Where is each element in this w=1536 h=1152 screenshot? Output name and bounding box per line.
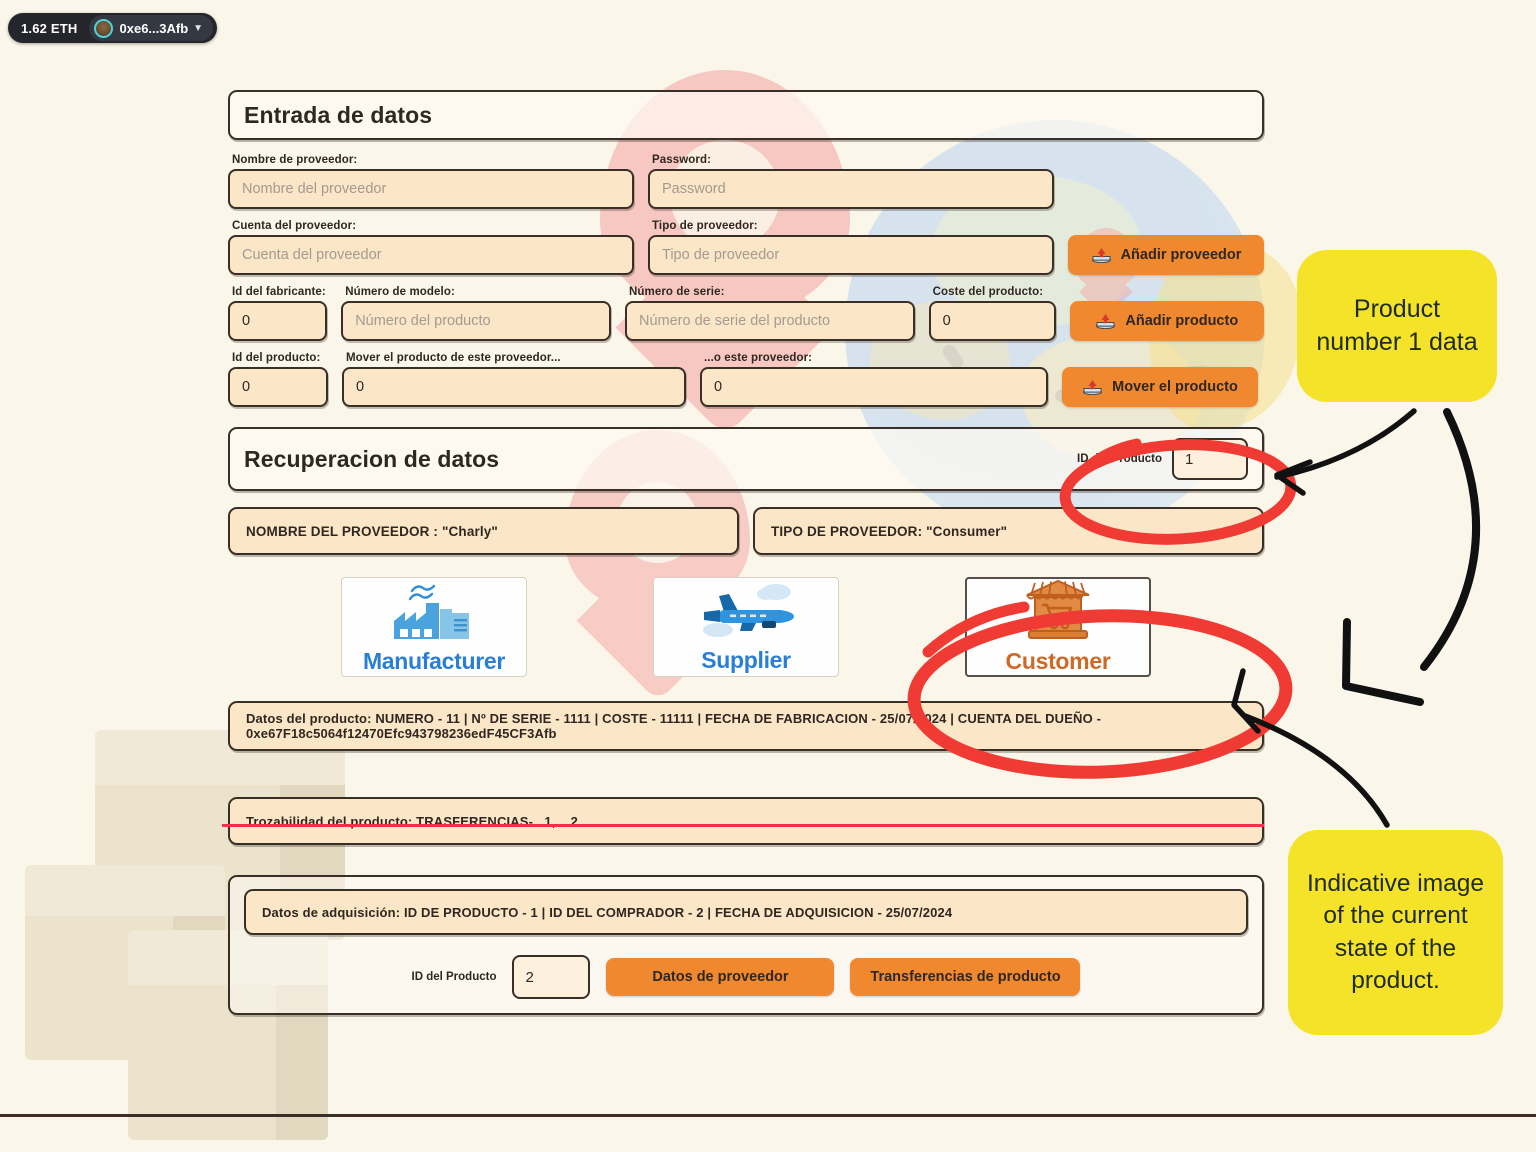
state-card-label: Supplier xyxy=(701,647,791,674)
supplier-account-group: Cuenta del proveedor: Cuenta del proveed… xyxy=(228,220,634,275)
annotation-arrow-to-product-id xyxy=(1277,411,1414,477)
product-state-cards: Manufacturer xyxy=(228,577,1264,677)
supplier-name-group: Nombre de proveedor: Nombre del proveedo… xyxy=(228,154,634,209)
manufacturer-id-label: Id del fabricante: xyxy=(232,286,327,298)
move-from-label: Mover el producto de este proveedor... xyxy=(346,352,686,364)
recovery-results-row: NOMBRE DEL PROVEEDOR : "Charly" TIPO DE … xyxy=(228,507,1264,555)
chevron-down-icon[interactable]: ▼ xyxy=(193,23,203,34)
footer-product-id-label: ID del Producto xyxy=(412,971,497,983)
add-supplier-label: Añadir proveedor xyxy=(1121,247,1242,263)
supplier-name-result: NOMBRE DEL PROVEEDOR : "Charly" xyxy=(228,507,739,555)
entry-row-2: Cuenta del proveedor: Cuenta del proveed… xyxy=(228,220,1264,275)
product-data-row: Datos del producto: NUMERO - 11 | Nº DE … xyxy=(228,701,1264,751)
serial-number-label: Número de serie: xyxy=(629,286,915,298)
annotation-underline xyxy=(222,824,1264,827)
acquisition-row: Datos de adquisición: ID DE PRODUCTO - 1… xyxy=(244,889,1248,935)
add-product-group: Añadir producto xyxy=(1070,286,1264,341)
supplier-name-input[interactable]: Nombre del proveedor xyxy=(228,169,634,209)
move-product-group: Mover el producto xyxy=(1062,352,1258,407)
move-to-input[interactable]: 0 xyxy=(700,367,1048,407)
state-card-label: Customer xyxy=(1006,648,1111,675)
upload-icon xyxy=(1091,247,1112,263)
supplier-account-label: Cuenta del proveedor: xyxy=(232,220,634,232)
page-footer-rule xyxy=(0,1114,1536,1117)
wallet-chip[interactable]: 1.62 ETH 0xe6...3Afb ▼ xyxy=(8,13,217,43)
product-transfers-button[interactable]: Transferencias de producto xyxy=(850,958,1080,996)
acquisition-footer-controls: ID del Producto 2 Datos de proveedor Tra… xyxy=(244,955,1248,999)
arrow-head-icon xyxy=(1277,462,1310,493)
password-label: Password: xyxy=(652,154,1054,166)
serial-number-group: Número de serie: Número de serie del pro… xyxy=(625,286,915,341)
upload-icon xyxy=(1095,313,1116,329)
product-cost-group: Coste del producto: 0 xyxy=(929,286,1056,341)
add-supplier-button[interactable]: Añadir proveedor xyxy=(1068,235,1264,275)
supplier-type-result: TIPO DE PROVEEDOR: "Consumer" xyxy=(753,507,1264,555)
recovery-title: Recuperacion de datos xyxy=(244,446,499,473)
annotation-arrow-to-customer xyxy=(1245,716,1387,825)
factory-icon xyxy=(388,579,480,646)
arrow-head-icon xyxy=(1346,622,1420,702)
package-box-decoration xyxy=(25,865,225,1060)
supplier-type-input[interactable]: Tipo de proveedor xyxy=(648,235,1054,275)
supplier-name-label: Nombre de proveedor: xyxy=(232,154,634,166)
wallet-avatar-icon xyxy=(94,19,113,38)
annotation-sticky-indicative-image: Indicative image of the current state of… xyxy=(1288,830,1503,1035)
product-id-group: Id del producto: 0 xyxy=(228,352,328,407)
supplier-type-group: Tipo de proveedor: Tipo de proveedor xyxy=(648,220,1054,275)
add-supplier-group: Añadir proveedor xyxy=(1068,220,1264,275)
move-product-label: Mover el producto xyxy=(1112,379,1238,395)
recovery-product-id-group: ID del Producto 1 xyxy=(1077,438,1248,480)
entry-row-4: Id del producto: 0 Mover el producto de … xyxy=(228,352,1264,407)
wallet-address: 0xe6...3Afb xyxy=(120,21,189,36)
state-card-label: Manufacturer xyxy=(363,648,505,675)
data-recovery-panel-header: Recuperacion de datos ID del Producto 1 xyxy=(228,427,1264,491)
wallet-account-button[interactable]: 0xe6...3Afb ▼ xyxy=(89,15,214,41)
annotation-arrow-long xyxy=(1424,412,1476,667)
entry-row-1: Nombre de proveedor: Nombre del proveedo… xyxy=(228,154,1264,209)
footer-product-id-input[interactable]: 2 xyxy=(512,955,590,999)
airplane-icon xyxy=(694,580,798,645)
upload-icon xyxy=(1082,379,1103,395)
password-group: Password: Password xyxy=(648,154,1054,209)
product-cost-input[interactable]: 0 xyxy=(929,301,1056,341)
app-container: Entrada de datos Nombre de proveedor: No… xyxy=(228,90,1264,1015)
annotation-sticky-product-data: Product number 1 data xyxy=(1297,250,1497,402)
state-card-customer[interactable]: Customer xyxy=(965,577,1151,677)
model-number-label: Número de modelo: xyxy=(345,286,611,298)
model-number-group: Número de modelo: Número del producto xyxy=(341,286,611,341)
product-id-input[interactable]: 0 xyxy=(228,367,328,407)
data-entry-panel-header: Entrada de datos xyxy=(228,90,1264,140)
wallet-balance: 1.62 ETH xyxy=(8,21,89,36)
supplier-account-input[interactable]: Cuenta del proveedor xyxy=(228,235,634,275)
state-card-supplier[interactable]: Supplier xyxy=(653,577,839,677)
supplier-data-button[interactable]: Datos de proveedor xyxy=(606,958,834,996)
product-id-label: Id del producto: xyxy=(232,352,328,364)
move-to-group: ...o este proveedor: 0 xyxy=(700,352,1048,407)
move-from-group: Mover el producto de este proveedor... 0 xyxy=(342,352,686,407)
recovery-product-id-input[interactable]: 1 xyxy=(1172,438,1248,480)
move-product-button[interactable]: Mover el producto xyxy=(1062,367,1258,407)
recovery-product-id-label: ID del Producto xyxy=(1077,453,1162,465)
manufacturer-id-input[interactable]: 0 xyxy=(228,301,327,341)
add-product-button[interactable]: Añadir producto xyxy=(1070,301,1264,341)
page-root: 1.62 ETH 0xe6...3Afb ▼ Entrada de datos … xyxy=(0,0,1536,1152)
product-cost-label: Coste del producto: xyxy=(933,286,1056,298)
serial-number-input[interactable]: Número de serie del producto xyxy=(625,301,915,341)
add-product-label: Añadir producto xyxy=(1125,313,1238,329)
traceability-row: Trozabilidad del producto: TRASFERENCIAS… xyxy=(228,797,1264,845)
model-number-input[interactable]: Número del producto xyxy=(341,301,611,341)
supplier-type-label: Tipo de proveedor: xyxy=(652,220,1054,232)
page-title: Entrada de datos xyxy=(244,102,432,129)
acquisition-panel: Datos de adquisición: ID DE PRODUCTO - 1… xyxy=(228,875,1264,1015)
move-to-label: ...o este proveedor: xyxy=(704,352,1048,364)
storefront-cart-icon xyxy=(1021,579,1095,646)
move-from-input[interactable]: 0 xyxy=(342,367,686,407)
password-input[interactable]: Password xyxy=(648,169,1054,209)
entry-row-3: Id del fabricante: 0 Número de modelo: N… xyxy=(228,286,1264,341)
manufacturer-id-group: Id del fabricante: 0 xyxy=(228,286,327,341)
state-card-manufacturer[interactable]: Manufacturer xyxy=(341,577,527,677)
